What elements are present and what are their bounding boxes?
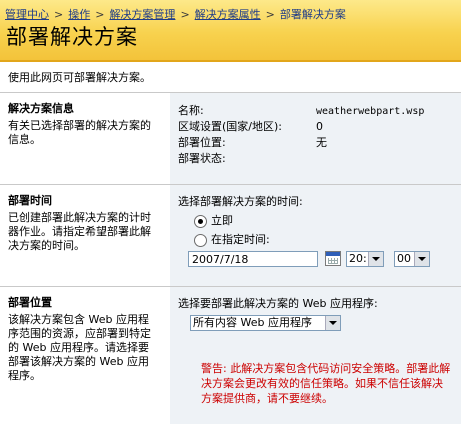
deploy-time-description: 已创建部署此解决方案的计时器作业。请指定希望部署此解决方案的时间。 — [8, 211, 151, 252]
radio-specified-label: 在指定时间: — [211, 233, 270, 246]
breadcrumb-separator: > — [265, 8, 275, 21]
breadcrumb-separator: > — [54, 8, 64, 21]
chevron-down-icon[interactable] — [368, 252, 383, 266]
deploy-time-section: 部署时间 已创建部署此解决方案的计时器作业。请指定希望部署此解决方案的时间。 选… — [0, 185, 461, 286]
breadcrumb-solution-management[interactable]: 解决方案管理 — [109, 8, 175, 21]
web-application-select[interactable]: 所有内容 Web 应用程序 — [190, 315, 341, 331]
chevron-down-icon[interactable] — [414, 252, 429, 266]
solution-name-value: weatherwebpart.wsp — [316, 106, 425, 117]
date-input[interactable]: 2007/7/18 — [188, 251, 318, 267]
radio-now[interactable]: 立即 — [194, 214, 233, 228]
radio-now-label: 立即 — [211, 214, 233, 227]
radio-button-checked[interactable] — [194, 214, 207, 228]
deploy-time-prompt: 选择部署解决方案的时间: — [178, 195, 303, 208]
web-application-value: 所有内容 Web 应用程序 — [193, 316, 312, 329]
breadcrumb-separator: > — [180, 8, 190, 21]
breadcrumb-operations[interactable]: 操作 — [68, 8, 90, 21]
breadcrumb-solution-properties[interactable]: 解决方案属性 — [195, 8, 261, 21]
deploy-location-value: 无 — [316, 136, 327, 149]
info-row-status: 部署状态: — [178, 151, 424, 167]
solution-info-section: 解决方案信息 有关已选择部署的解决方案的信息。 名称: weatherwebpar… — [0, 93, 461, 184]
radio-specified-time[interactable]: 在指定时间: — [194, 233, 270, 247]
deploy-location-panel: 选择要部署此解决方案的 Web 应用程序: 所有内容 Web 应用程序 警告: … — [170, 287, 461, 424]
info-label: 区域设置(国家/地区): — [178, 120, 282, 133]
solution-info-description: 有关已选择部署的解决方案的信息。 — [8, 119, 151, 146]
deploy-location-section: 部署位置 该解决方案包含 Web 应用程序范围的资源，应部署到特定的 Web 应… — [0, 287, 461, 424]
header-divider — [0, 60, 461, 62]
solution-info-table: 名称: weatherwebpart.wsp 区域设置(国家/地区): 0 部署位置… — [178, 103, 424, 167]
deploy-location-description: 该解决方案包含 Web 应用程序范围的资源，应部署到特定的 Web 应用程序。请… — [8, 313, 151, 382]
deploy-location-prompt: 选择要部署此解决方案的 Web 应用程序: — [178, 297, 378, 310]
info-label: 部署位置: — [178, 136, 226, 149]
info-label: 部署状态: — [178, 152, 226, 165]
deploy-location-title: 部署位置 — [8, 296, 52, 309]
info-row-name: 名称: weatherwebpart.wsp — [178, 103, 424, 119]
page-title: 部署解决方案 — [6, 25, 138, 49]
intro-text: 使用此网页可部署解决方案。 — [8, 71, 151, 84]
info-row-location: 部署位置: 无 — [178, 135, 424, 151]
calendar-icon[interactable] — [325, 251, 341, 266]
breadcrumb: 管理中心 > 操作 > 解决方案管理 > 解决方案属性 > 部署解决方案 — [5, 6, 346, 22]
solution-info-panel: 名称: weatherwebpart.wsp 区域设置(国家/地区): 0 部署位置… — [170, 93, 461, 184]
info-label: 名称: — [178, 104, 204, 117]
solution-info-title: 解决方案信息 — [8, 102, 74, 115]
breadcrumb-current: 部署解决方案 — [279, 8, 346, 21]
chevron-down-icon[interactable] — [325, 316, 340, 330]
deploy-time-title: 部署时间 — [8, 194, 52, 207]
radio-button[interactable] — [194, 233, 207, 247]
page-header: 管理中心 > 操作 > 解决方案管理 > 解决方案属性 > 部署解决方案 部署解决方案 — [0, 0, 461, 60]
breadcrumb-central-admin[interactable]: 管理中心 — [5, 8, 49, 21]
breadcrumb-separator: > — [95, 8, 105, 21]
deploy-time-panel: 选择部署解决方案的时间: 立即 在指定时间: 2007/7/18 20: 00 — [170, 185, 461, 286]
minute-select[interactable]: 00 — [394, 251, 430, 267]
info-row-locale: 区域设置(国家/地区): 0 — [178, 119, 424, 135]
hour-select[interactable]: 20: — [346, 251, 384, 267]
minute-value: 00 — [397, 252, 411, 265]
hour-value: 20: — [349, 252, 367, 265]
security-warning: 警告: 此解决方案包含代码访问安全策略。部署此解决方案会更改有效的信任策略。如果… — [201, 362, 451, 405]
locale-value: 0 — [316, 120, 323, 133]
